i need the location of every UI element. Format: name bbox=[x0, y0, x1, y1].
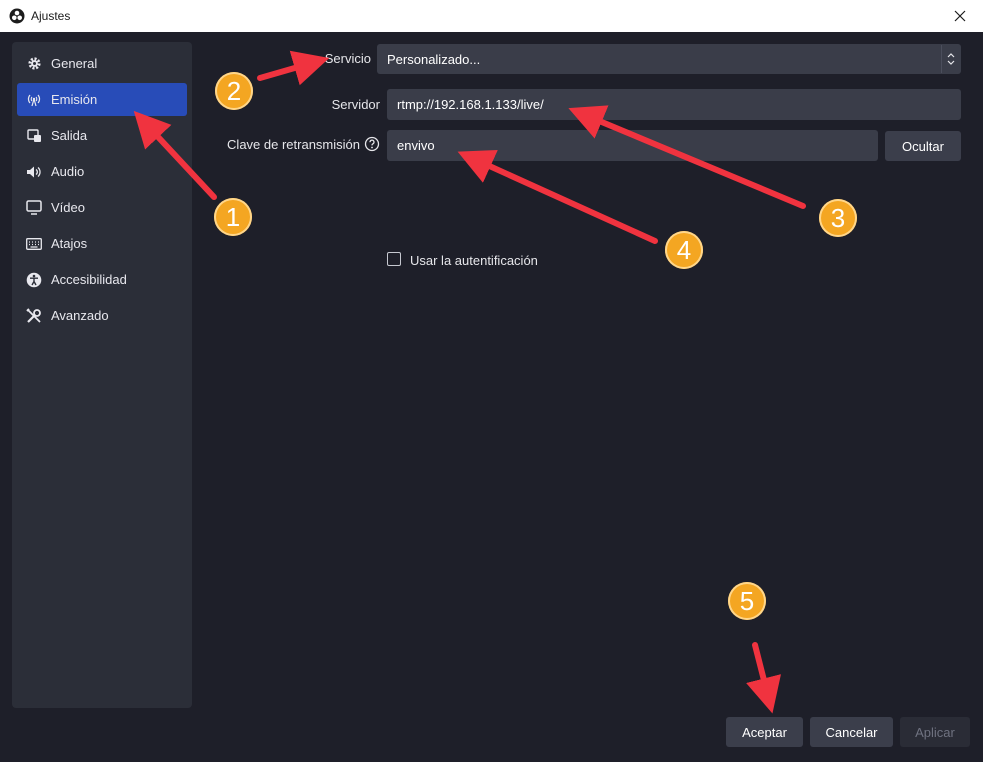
service-select[interactable]: Personalizado... bbox=[377, 44, 961, 74]
sidebar-item-emision[interactable]: Emisión bbox=[17, 83, 187, 116]
stream-key-label: Clave de retransmisión bbox=[227, 137, 360, 152]
service-select-value: Personalizado... bbox=[387, 51, 481, 67]
stream-key-value: envivo bbox=[397, 138, 435, 153]
speaker-icon bbox=[26, 164, 42, 180]
select-arrows-icon bbox=[941, 45, 960, 73]
help-icon[interactable] bbox=[364, 136, 380, 152]
accept-button[interactable]: Aceptar bbox=[726, 717, 803, 747]
tools-icon bbox=[26, 307, 42, 324]
gear-icon bbox=[26, 56, 42, 72]
sidebar-item-avanzado[interactable]: Avanzado bbox=[17, 299, 187, 332]
sidebar-item-accesibilidad[interactable]: Accesibilidad bbox=[17, 263, 187, 296]
cancel-button[interactable]: Cancelar bbox=[810, 717, 893, 747]
annotation-badge-1: 1 bbox=[214, 198, 252, 236]
sidebar-item-label: General bbox=[51, 56, 98, 71]
annotation-badge-5: 5 bbox=[728, 582, 766, 620]
annotation-badge-2: 2 bbox=[215, 72, 253, 110]
server-input-value: rtmp://192.168.1.133/live/ bbox=[397, 97, 544, 112]
arrow-4 bbox=[457, 150, 658, 244]
server-input[interactable]: rtmp://192.168.1.133/live/ bbox=[387, 89, 961, 120]
settings-sidebar: General Emisión Salida Audio Vídeo Atajo… bbox=[12, 42, 192, 708]
apply-button[interactable]: Aplicar bbox=[900, 717, 970, 747]
sidebar-item-video[interactable]: Vídeo bbox=[17, 191, 187, 224]
hide-key-button[interactable]: Ocultar bbox=[885, 131, 961, 161]
sidebar-item-label: Salida bbox=[51, 128, 88, 143]
sidebar-item-label: Audio bbox=[51, 164, 85, 179]
stream-key-input[interactable]: envivo bbox=[387, 130, 878, 161]
arrow-5 bbox=[746, 642, 781, 714]
sidebar-item-label: Emisión bbox=[51, 92, 98, 107]
sidebar-item-label: Vídeo bbox=[51, 200, 85, 215]
auth-checkbox[interactable] bbox=[387, 252, 401, 266]
close-icon bbox=[954, 10, 966, 22]
sidebar-item-general[interactable]: General bbox=[17, 47, 187, 80]
obs-logo-icon bbox=[9, 8, 25, 24]
window-title: Ajustes bbox=[31, 9, 71, 23]
server-label: Servidor bbox=[331, 97, 380, 112]
annotation-badge-4: 4 bbox=[665, 231, 703, 269]
accessibility-icon bbox=[26, 272, 42, 288]
antenna-icon bbox=[26, 92, 42, 108]
sidebar-item-atajos[interactable]: Atajos bbox=[17, 227, 187, 260]
sidebar-item-label: Accesibilidad bbox=[51, 272, 127, 287]
close-button[interactable] bbox=[937, 0, 983, 32]
auth-label[interactable]: Usar la autentificación bbox=[410, 253, 538, 268]
service-label: Servicio bbox=[324, 51, 371, 66]
annotation-badge-3: 3 bbox=[819, 199, 857, 237]
output-icon bbox=[26, 128, 42, 144]
keyboard-icon bbox=[26, 236, 42, 252]
monitor-icon bbox=[26, 200, 42, 216]
sidebar-item-salida[interactable]: Salida bbox=[17, 119, 187, 152]
sidebar-item-label: Avanzado bbox=[51, 308, 109, 323]
title-bar: Ajustes bbox=[0, 0, 983, 32]
sidebar-item-label: Atajos bbox=[51, 236, 88, 251]
sidebar-item-audio[interactable]: Audio bbox=[17, 155, 187, 188]
